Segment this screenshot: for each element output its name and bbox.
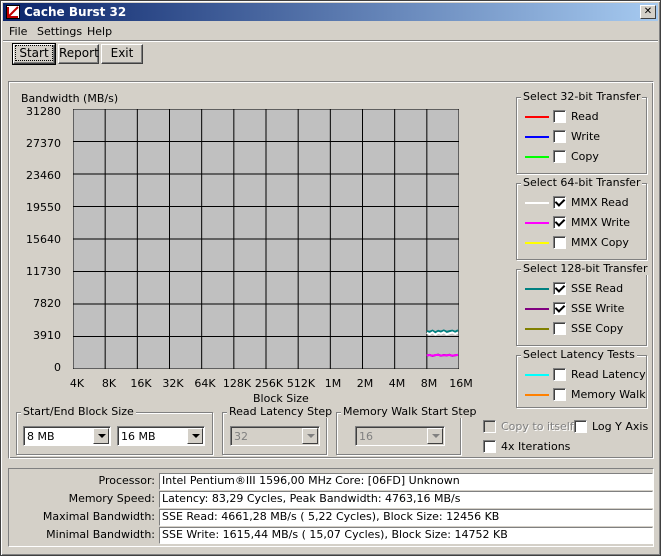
chevron-down-icon[interactable] xyxy=(93,428,109,444)
memory-speed-label: Memory Speed: xyxy=(68,492,155,505)
exit-button[interactable]: Exit xyxy=(101,44,143,64)
menu-settings[interactable]: Settings xyxy=(37,25,82,38)
mmx-write-checkbox[interactable] xyxy=(553,216,566,229)
x-tick-label: 16M xyxy=(449,377,473,390)
group-title: Select Latency Tests xyxy=(521,348,637,361)
menu-help[interactable]: Help xyxy=(87,25,112,38)
mmx-copy-label: MMX Copy xyxy=(571,236,629,249)
write-checkbox[interactable] xyxy=(553,130,566,143)
y-tick-label: 19550 xyxy=(26,201,61,214)
menu-file[interactable]: File xyxy=(9,25,27,38)
group-title: Start/End Block Size xyxy=(21,405,136,418)
menu-bar: File Settings Help xyxy=(3,22,658,40)
mmx-read-color-swatch xyxy=(525,202,549,204)
mmx-copy-checkbox[interactable] xyxy=(553,236,566,249)
bandwidth-chart xyxy=(73,109,459,369)
sse-copy-color-swatch xyxy=(525,328,549,330)
memory-speed-value: Latency: 83,29 Cycles, Peak Bandwidth: 4… xyxy=(159,491,653,508)
chevron-down-icon[interactable] xyxy=(427,428,443,444)
processor-row: Processor: Intel Pentium®III 1596,00 MHz… xyxy=(1,473,661,490)
processor-label: Processor: xyxy=(98,474,156,487)
start-button[interactable]: Start xyxy=(12,43,56,65)
sse-write-checkbox[interactable] xyxy=(553,302,566,315)
copy-to-itself-label: Copy to itself xyxy=(501,420,574,433)
group-title: Select 128-bit Transfer xyxy=(521,262,650,275)
sse-write-color-swatch xyxy=(525,308,549,310)
max-bandwidth-value: SSE Read: 4661,28 MB/s ( 5,22 Cycles), B… xyxy=(159,509,653,526)
group-title: Select 64-bit Transfer xyxy=(521,176,643,189)
read-latency-label: Read Latency xyxy=(571,368,646,381)
y-axis-label: Bandwidth (MB/s) xyxy=(21,92,119,105)
read-checkbox[interactable] xyxy=(553,110,566,123)
group-title: Read Latency Step xyxy=(227,405,335,418)
y-tick-label: 0 xyxy=(54,361,61,374)
min-bandwidth-value: SSE Write: 1615,44 MB/s ( 15,07 Cycles),… xyxy=(159,527,653,544)
mmx-read-label: MMX Read xyxy=(571,196,629,209)
read-color-swatch xyxy=(525,116,549,118)
sse-copy-label: SSE Copy xyxy=(571,322,624,335)
sse-read-color-swatch xyxy=(525,288,549,290)
read-label: Read xyxy=(571,110,599,123)
close-icon: ✕ xyxy=(643,6,653,17)
group-title: Memory Walk Start Step xyxy=(341,405,479,418)
mmx-copy-color-swatch xyxy=(525,242,549,244)
copy-color-swatch xyxy=(525,156,549,158)
read-latency-checkbox[interactable] xyxy=(553,368,566,381)
mmx-write-label: MMX Write xyxy=(571,216,631,229)
chevron-down-icon[interactable] xyxy=(187,428,203,444)
max-bandwidth-row: Maximal Bandwidth: SSE Read: 4661,28 MB/… xyxy=(1,509,661,526)
title-bar[interactable]: Cache Burst 32 ✕ xyxy=(3,3,658,21)
memory-walk-checkbox[interactable] xyxy=(553,388,566,401)
iterations-4x-checkbox[interactable] xyxy=(483,440,496,453)
y-tick-label: 7820 xyxy=(33,297,61,310)
sse-read-label: SSE Read xyxy=(571,282,624,295)
mmx-read-checkbox[interactable] xyxy=(553,196,566,209)
memory-walk-color-swatch xyxy=(525,394,549,396)
chevron-down-icon[interactable] xyxy=(302,428,318,444)
write-color-swatch xyxy=(525,136,549,138)
sse-read-checkbox[interactable] xyxy=(553,282,566,295)
y-tick-label: 3910 xyxy=(33,329,61,342)
group-title: Select 32-bit Transfer xyxy=(521,90,643,103)
min-bandwidth-row: Minimal Bandwidth: SSE Write: 1615,44 MB… xyxy=(1,527,661,544)
memory-speed-row: Memory Speed: Latency: 83,29 Cycles, Pea… xyxy=(1,491,661,508)
y-tick-label: 27370 xyxy=(26,137,61,150)
read-latency-step-select[interactable]: 32 xyxy=(230,426,320,446)
window-title: Cache Burst 32 xyxy=(24,5,127,19)
main-window: Cache Burst 32 ✕ File Settings Help Star… xyxy=(0,0,661,556)
log-y-axis-checkbox[interactable] xyxy=(574,420,587,433)
memory-walk-start-select[interactable]: 16 xyxy=(355,426,445,446)
mmx-write-color-swatch xyxy=(525,222,549,224)
read-latency-color-swatch xyxy=(525,374,549,376)
copy-checkbox[interactable] xyxy=(553,150,566,163)
close-button[interactable]: ✕ xyxy=(640,5,656,19)
y-tick-label: 23460 xyxy=(26,169,61,182)
y-tick-label: 11730 xyxy=(26,265,61,278)
y-tick-label: 15640 xyxy=(26,233,61,246)
end-block-size-select[interactable]: 16 MB xyxy=(117,426,205,446)
report-button[interactable]: Report xyxy=(58,44,99,64)
toolbar-divider xyxy=(3,40,658,42)
min-bandwidth-label: Minimal Bandwidth: xyxy=(46,528,155,541)
start-block-size-select[interactable]: 8 MB xyxy=(23,426,111,446)
series-line-mmx-write xyxy=(426,353,459,357)
log-y-axis-label: Log Y Axis xyxy=(592,420,649,433)
iterations-4x-label: 4x Iterations xyxy=(501,440,571,453)
copy-label: Copy xyxy=(571,150,599,163)
app-icon xyxy=(6,5,20,19)
copy-to-itself-checkbox[interactable] xyxy=(483,420,496,433)
sse-copy-checkbox[interactable] xyxy=(553,322,566,335)
write-label: Write xyxy=(571,130,601,143)
max-bandwidth-label: Maximal Bandwidth: xyxy=(42,510,155,523)
memory-walk-label: Memory Walk xyxy=(571,388,646,401)
y-tick-label: 31280 xyxy=(26,105,61,118)
sse-write-label: SSE Write xyxy=(571,302,625,315)
processor-value: Intel Pentium®III 1596,00 MHz Core: [06F… xyxy=(159,473,653,490)
x-axis-label: Block Size xyxy=(253,392,309,405)
